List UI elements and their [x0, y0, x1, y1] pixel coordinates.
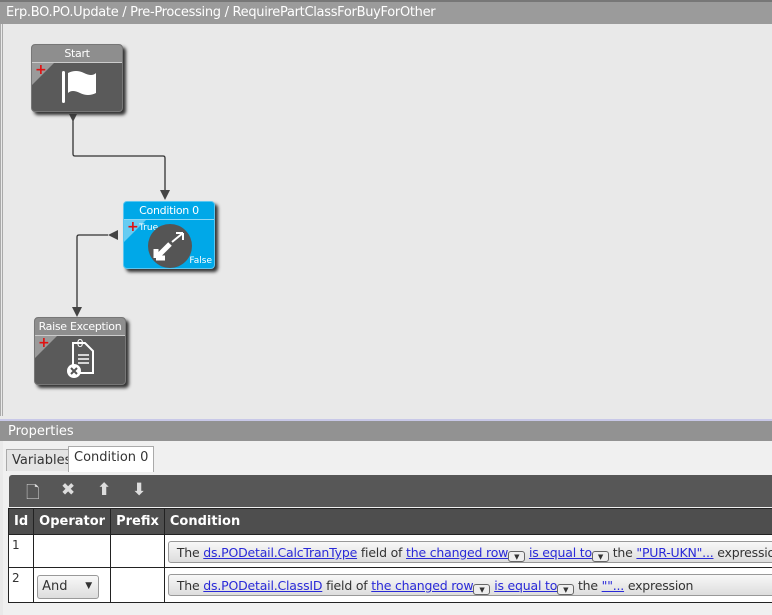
start-node[interactable]: Start +: [31, 44, 123, 112]
operator-value: And: [42, 579, 68, 594]
add-icon[interactable]: +: [38, 336, 50, 350]
operator-link[interactable]: is equal to: [494, 578, 557, 593]
condition-arrows-icon: [148, 224, 192, 268]
toolbar: 🗋 ✖ ⬆ ⬇: [9, 475, 772, 507]
value-link[interactable]: "PUR-UKN"...: [636, 545, 713, 560]
add-icon[interactable]: +: [35, 63, 47, 77]
tab-variables[interactable]: Variables: [6, 449, 78, 471]
row-link[interactable]: the changed row: [406, 545, 508, 560]
col-id: Id: [7, 508, 35, 535]
field-link[interactable]: ds.PODetail.ClassID: [203, 578, 322, 593]
operator-link[interactable]: is equal to: [529, 545, 592, 560]
row-prefix[interactable]: [110, 534, 165, 568]
row-link[interactable]: the changed row: [371, 578, 473, 593]
row-id: 2: [7, 567, 35, 603]
dropdown-icon[interactable]: ▼: [591, 551, 609, 562]
breadcrumb-title: Erp.BO.PO.Update / Pre-Processing / Requ…: [0, 0, 772, 24]
text: The: [176, 545, 200, 560]
col-operator: Operator: [33, 508, 112, 535]
condition-expression: The ds.PODetail.CalcTranType field of th…: [167, 541, 772, 563]
properties-panel: Variables Condition 0 🗋 ✖ ⬆ ⬇ Id Operato…: [3, 441, 772, 615]
table-row[interactable]: 2 And ▼ The ds.PODetail.ClassID field of …: [7, 567, 772, 603]
text: The: [176, 578, 200, 593]
field-link[interactable]: ds.PODetail.CalcTranType: [203, 545, 357, 560]
row-operator[interactable]: [33, 534, 112, 568]
text: expression: [627, 578, 694, 593]
dropdown-icon[interactable]: ▼: [557, 584, 575, 595]
delete-icon[interactable]: ✖: [61, 480, 75, 500]
move-up-icon[interactable]: ⬆: [97, 480, 111, 500]
condition-node[interactable]: Condition 0 + True False: [123, 201, 215, 269]
operator-select[interactable]: And ▼: [37, 575, 100, 599]
text: field of: [326, 578, 368, 593]
value-link[interactable]: ""...: [602, 578, 625, 593]
row-id: 1: [7, 534, 35, 568]
dropdown-icon[interactable]: ▼: [473, 584, 491, 595]
text: field of: [360, 545, 403, 560]
dropdown-icon[interactable]: ▼: [508, 551, 526, 562]
raise-exception-node[interactable]: Raise Exception 0 +: [34, 317, 126, 385]
condition-node-label: Condition 0: [124, 202, 214, 220]
new-icon[interactable]: 🗋: [26, 480, 40, 509]
raise-exception-node-label: Raise Exception 0: [35, 318, 125, 350]
row-prefix[interactable]: [110, 567, 165, 603]
table-row[interactable]: 1 The ds.PODetail.CalcTranType field of …: [7, 534, 772, 568]
text: the: [612, 545, 633, 560]
flag-icon: [62, 71, 96, 103]
start-node-label: Start: [32, 45, 122, 63]
document-error-icon: [67, 342, 94, 378]
chevron-down-icon: ▼: [85, 581, 93, 591]
properties-header: Properties: [0, 419, 772, 441]
conditions-table: Id Operator Prefix Condition 1 The ds.PO…: [7, 508, 772, 603]
condition-expression: The ds.PODetail.ClassID field of the cha…: [167, 574, 772, 596]
workflow-canvas[interactable]: Start + Condition 0 + True False Raise E…: [0, 24, 772, 416]
false-label: False: [189, 256, 212, 266]
col-condition: Condition: [163, 508, 772, 535]
add-icon[interactable]: +: [127, 220, 139, 234]
text: expression: [717, 545, 772, 560]
col-prefix: Prefix: [110, 508, 165, 535]
move-down-icon[interactable]: ⬇: [132, 480, 146, 500]
text: the: [577, 578, 598, 593]
tab-condition-0[interactable]: Condition 0: [68, 446, 155, 472]
